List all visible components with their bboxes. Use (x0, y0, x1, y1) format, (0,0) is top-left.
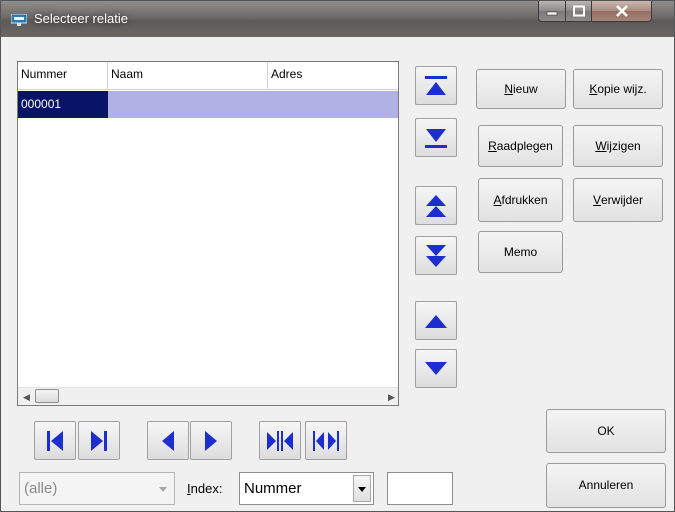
nieuw-mnemonic: N (504, 82, 513, 96)
page-down-icon (426, 244, 446, 267)
column-header-nummer[interactable]: Nummer (18, 62, 108, 89)
last-record-icon (425, 128, 447, 148)
verwijder-button[interactable]: Verwijder (573, 178, 663, 222)
wijzigen-label: ijzigen (606, 139, 641, 153)
grid-header: Nummer Naam Adres (18, 62, 398, 90)
first-record-icon (425, 75, 447, 95)
raadplegen-mnemonic: R (488, 139, 497, 153)
dialog-window: Selecteer relatie Nummer Naam Adres 0000… (0, 0, 675, 512)
chevron-down-icon (159, 487, 167, 492)
skip-last-icon (91, 430, 107, 451)
memo-button[interactable]: Memo (478, 231, 563, 273)
page-up-icon (426, 194, 446, 217)
scroll-thumb[interactable] (35, 389, 59, 403)
index-value: Nummer (244, 480, 302, 497)
last-column-button[interactable] (78, 421, 120, 460)
column-header-naam[interactable]: Naam (108, 62, 268, 89)
search-input[interactable] (387, 472, 453, 505)
scroll-left-icon[interactable]: ◀ (23, 392, 30, 403)
page-up-button[interactable] (415, 186, 457, 225)
kopie-wijz-button[interactable]: Kopie wijz. (573, 69, 663, 109)
verwijder-label: erwijder (601, 193, 644, 207)
cell-nummer[interactable]: 000001 (18, 91, 108, 118)
afdrukken-button[interactable]: Afdrukken (478, 178, 563, 222)
scroll-right-icon[interactable]: ▶ (388, 392, 395, 403)
first-record-button[interactable] (415, 66, 457, 105)
minimize-icon (546, 11, 558, 16)
ok-button[interactable]: OK (546, 409, 666, 453)
wijzigen-mnemonic: W (595, 139, 607, 153)
app-icon (11, 14, 27, 26)
index-label-text: ndex: (190, 481, 223, 496)
expand-icon (313, 430, 339, 451)
narrow-column-button[interactable] (259, 421, 301, 460)
first-column-button[interactable] (34, 421, 76, 460)
cell-adres[interactable] (268, 91, 398, 118)
cell-naam[interactable] (108, 91, 268, 118)
maximize-icon (572, 5, 585, 17)
maximize-button[interactable] (565, 1, 592, 22)
previous-record-button[interactable] (415, 301, 457, 340)
title-bar[interactable]: Selecteer relatie (1, 1, 674, 37)
column-header-adres[interactable]: Adres (268, 62, 398, 89)
afdrukken-label: fdrukken (501, 193, 548, 207)
index-select[interactable]: Nummer (239, 472, 374, 505)
next-record-button[interactable] (415, 349, 457, 388)
index-dropdown-button[interactable] (353, 475, 371, 502)
widen-column-button[interactable] (305, 421, 347, 460)
chevron-down-icon (358, 487, 366, 492)
raadplegen-label: aadplegen (496, 139, 553, 153)
previous-column-button[interactable] (147, 421, 189, 460)
annuleren-button[interactable]: Annuleren (546, 463, 666, 508)
close-icon (615, 5, 628, 17)
filter-combo: (alle) (19, 472, 175, 505)
wijzigen-button[interactable]: Wijzigen (573, 125, 663, 167)
relation-grid[interactable]: Nummer Naam Adres 000001 ◀ ▶ (17, 61, 399, 406)
arrow-left-icon (162, 430, 174, 451)
arrow-down-icon (425, 361, 447, 375)
kopie-mnemonic: K (589, 82, 598, 96)
verwijder-mnemonic: V (592, 193, 601, 207)
arrow-right-icon (205, 430, 217, 451)
arrow-up-icon (425, 314, 447, 328)
filter-value: (alle) (24, 480, 58, 497)
last-record-button[interactable] (415, 118, 457, 157)
nieuw-label: ieuw (512, 82, 538, 96)
skip-first-icon (47, 430, 63, 451)
filter-dropdown-button (154, 475, 172, 502)
collapse-icon (267, 430, 293, 451)
afdrukken-mnemonic: A (493, 193, 502, 207)
window-title: Selecteer relatie (34, 11, 128, 26)
minimize-button[interactable] (538, 1, 566, 22)
page-down-button[interactable] (415, 236, 457, 275)
raadplegen-button[interactable]: Raadplegen (478, 125, 563, 167)
next-column-button[interactable] (190, 421, 232, 460)
kopie-label: opie wijz. (597, 82, 647, 96)
nieuw-button[interactable]: Nieuw (476, 69, 566, 109)
index-label: Index: (187, 481, 222, 496)
horizontal-scrollbar[interactable]: ◀ ▶ (18, 387, 398, 405)
table-row[interactable]: 000001 (18, 91, 398, 118)
close-button[interactable] (591, 1, 652, 22)
window-controls (538, 1, 670, 23)
